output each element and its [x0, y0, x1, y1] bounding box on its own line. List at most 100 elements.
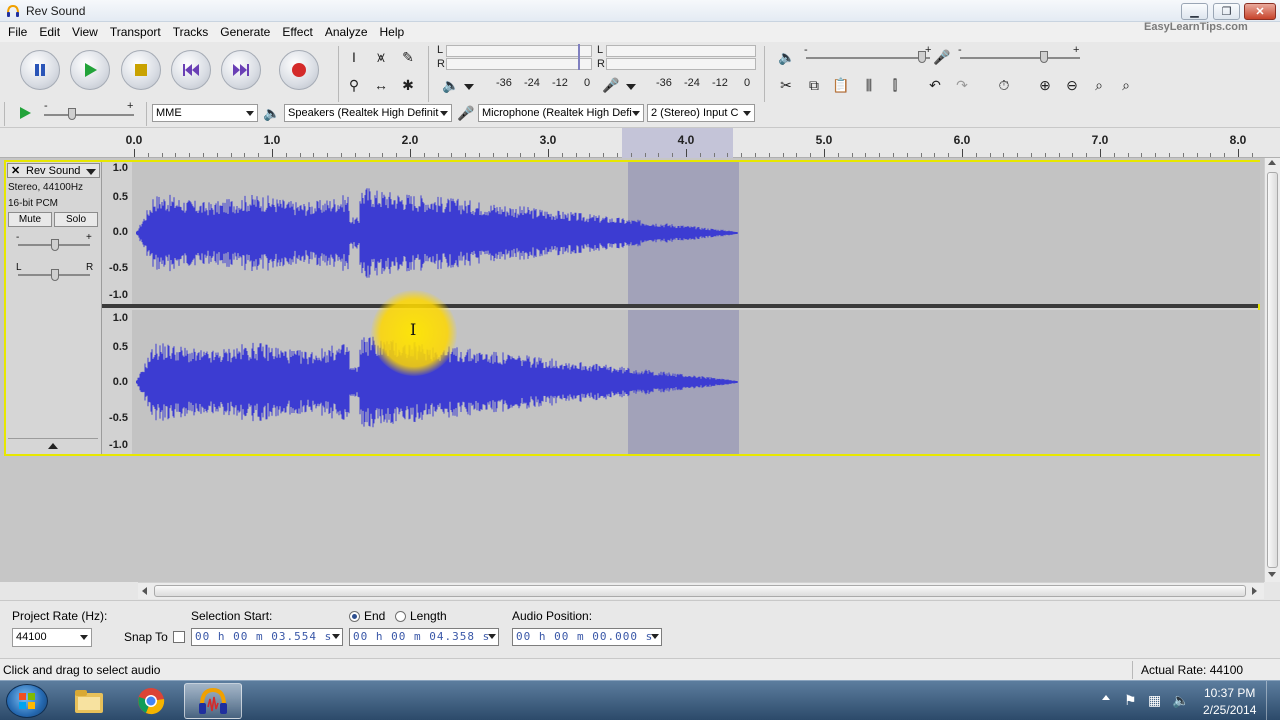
selection-start-input[interactable]: 00 h 00 m 03.554 s [191, 628, 343, 646]
menu-analyze[interactable]: Analyze [319, 25, 374, 39]
play-at-speed-button[interactable] [14, 102, 36, 124]
solo-button[interactable]: Solo [54, 212, 98, 227]
record-meter-right[interactable] [606, 58, 756, 70]
record-meter-menu-arrow[interactable] [626, 84, 636, 90]
pan-slider[interactable] [51, 269, 59, 281]
stop-button[interactable] [121, 50, 161, 90]
speaker-icon[interactable]: 🔈 [440, 74, 462, 96]
multi-tool-icon[interactable]: ✱ [397, 74, 419, 96]
sync-lock-icon[interactable]: ⏱ [993, 74, 1015, 96]
playback-device-select[interactable]: Speakers (Realtek High Definit [284, 104, 452, 122]
record-scale-label: -36 [656, 77, 672, 89]
record-button[interactable] [279, 50, 319, 90]
playback-meter-menu-arrow[interactable] [464, 84, 474, 90]
copy-icon[interactable]: ⧉ [803, 74, 825, 96]
zoom-in-icon[interactable]: ⊕ [1034, 74, 1056, 96]
skip-to-end-button[interactable] [221, 50, 261, 90]
playback-meter-right[interactable] [446, 58, 592, 70]
length-radio[interactable] [395, 611, 406, 622]
undo-icon[interactable]: ↶ [924, 74, 946, 96]
skip-to-start-button[interactable] [171, 50, 211, 90]
minimize-button[interactable]: ▁ [1181, 3, 1208, 20]
scroll-left-icon[interactable] [142, 587, 147, 595]
clock-time[interactable]: 10:37 PM [1204, 686, 1255, 700]
gain-slider[interactable] [51, 239, 59, 251]
cut-icon[interactable]: ✂ [775, 74, 797, 96]
taskbar-explorer[interactable] [60, 683, 118, 719]
microphone-icon[interactable]: 🎤 [600, 74, 622, 96]
collapse-track-button[interactable] [8, 438, 98, 452]
ruler-minor-tick [741, 153, 743, 157]
mute-button[interactable]: Mute [8, 212, 52, 227]
volume-icon[interactable]: 🔈 [1172, 692, 1189, 709]
scroll-down-icon[interactable] [1268, 572, 1276, 577]
fit-project-icon[interactable]: ⌕ [1115, 74, 1137, 96]
play-speed-slider[interactable] [68, 108, 76, 120]
track-menu-icon[interactable] [86, 169, 96, 175]
show-hidden-icons[interactable] [1102, 695, 1110, 700]
envelope-tool-icon[interactable]: ⩙ [370, 46, 392, 68]
timeline-ruler[interactable]: 0.0 1.0 2.0 3.0 4.0 5.0 6.0 7.0 8.0 [0, 128, 1280, 158]
clock-date[interactable]: 2/25/2014 [1203, 703, 1256, 717]
ruler-minor-tick [451, 153, 453, 157]
project-rate-select[interactable]: 44100 [12, 628, 92, 647]
track-header[interactable]: ✕ Rev Sound [7, 163, 100, 178]
horizontal-scrollbar[interactable] [138, 582, 1264, 599]
zoom-out-icon[interactable]: ⊖ [1061, 74, 1083, 96]
input-volume-slider[interactable] [1040, 51, 1048, 63]
selection-end-input[interactable]: 00 h 00 m 04.358 s [349, 628, 499, 646]
draw-tool-icon[interactable]: ✎ [397, 46, 419, 68]
record-meter-left[interactable] [606, 45, 756, 57]
action-center-icon[interactable]: ⚑ [1124, 692, 1137, 709]
recording-device-select[interactable]: Microphone (Realtek High Defi [478, 104, 644, 122]
taskbar-chrome[interactable] [122, 683, 180, 719]
show-desktop-button[interactable] [1266, 681, 1280, 720]
scroll-up-icon[interactable] [1268, 160, 1276, 165]
paste-icon[interactable]: 📋 [830, 74, 852, 96]
redo-icon[interactable]: ↷ [951, 74, 973, 96]
waveform-right-channel[interactable] [132, 310, 1260, 454]
menu-file[interactable]: File [2, 25, 33, 39]
fit-selection-icon[interactable]: ⌕ [1088, 74, 1110, 96]
menu-generate[interactable]: Generate [214, 25, 276, 39]
zoom-tool-icon[interactable]: ⚲ [343, 74, 365, 96]
channel-divider[interactable] [102, 304, 1258, 308]
scroll-right-icon[interactable] [1252, 587, 1257, 595]
time-shift-tool-icon[interactable]: ↔ [370, 74, 392, 96]
track-area[interactable]: ✕ Rev Sound Stereo, 44100Hz 16-bit PCM M… [0, 158, 1264, 582]
menu-tracks[interactable]: Tracks [167, 25, 215, 39]
audio-position-input[interactable]: 00 h 00 m 00.000 s [512, 628, 662, 646]
menu-edit[interactable]: Edit [33, 25, 66, 39]
snap-to-checkbox[interactable] [173, 631, 185, 643]
close-button[interactable]: ✕ [1244, 3, 1276, 20]
start-button[interactable] [6, 684, 48, 718]
pause-button[interactable] [20, 50, 60, 90]
silence-icon[interactable]: ⫿ [884, 74, 906, 96]
menu-view[interactable]: View [66, 25, 104, 39]
output-volume-slider[interactable] [918, 51, 926, 63]
play-button[interactable] [70, 50, 110, 90]
trim-icon[interactable]: ⫼ [858, 74, 880, 96]
network-icon[interactable]: ▦ [1148, 692, 1161, 709]
selection-start-label: Selection Start: [191, 609, 273, 623]
menu-effect[interactable]: Effect [276, 25, 318, 39]
audio-track[interactable]: ✕ Rev Sound Stereo, 44100Hz 16-bit PCM M… [4, 160, 1260, 456]
ruler-major-tick [410, 149, 411, 157]
audio-host-select[interactable]: MME [152, 104, 258, 122]
menu-help[interactable]: Help [374, 25, 411, 39]
taskbar-audacity[interactable] [184, 683, 242, 719]
selection-tool-icon[interactable]: I [343, 46, 365, 68]
close-track-icon[interactable]: ✕ [11, 164, 20, 177]
ruler-major-tick [134, 149, 135, 157]
ruler-minor-tick [1251, 153, 1253, 157]
track-control-panel[interactable]: ✕ Rev Sound Stereo, 44100Hz 16-bit PCM M… [6, 162, 102, 454]
vertical-scroll-thumb[interactable] [1267, 172, 1278, 568]
playback-meter-left[interactable] [446, 45, 592, 57]
horizontal-scroll-thumb[interactable] [154, 585, 1246, 597]
recording-channels-select[interactable]: 2 (Stereo) Input C [647, 104, 755, 122]
waveform-left-channel[interactable] [132, 162, 1260, 304]
vertical-scrollbar[interactable] [1264, 158, 1280, 582]
end-radio[interactable] [349, 611, 360, 622]
maximize-button[interactable]: ❐ [1213, 3, 1240, 20]
menu-transport[interactable]: Transport [104, 25, 167, 39]
